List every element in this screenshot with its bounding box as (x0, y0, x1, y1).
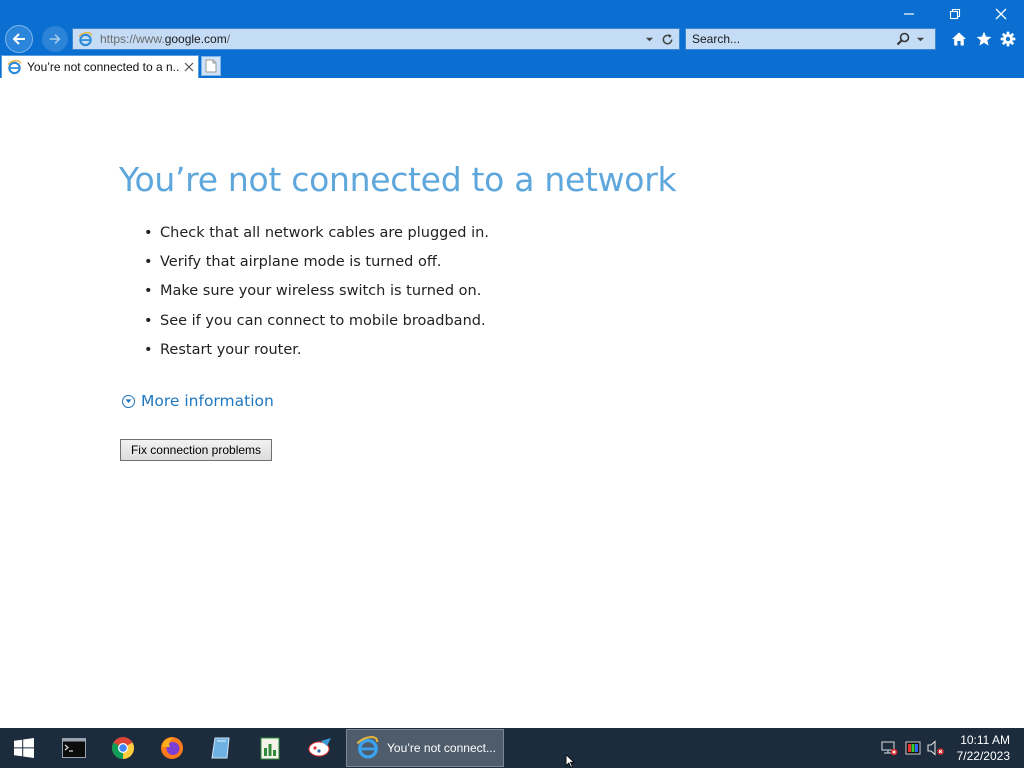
new-tab-icon (205, 59, 217, 73)
close-window-button[interactable] (978, 0, 1024, 28)
taskbar-app-paint[interactable] (296, 728, 344, 768)
address-dropdown-icon[interactable] (640, 29, 658, 49)
close-icon (995, 8, 1007, 20)
ie-page-icon (76, 29, 94, 49)
network-disconnected-icon (881, 741, 898, 756)
firefox-icon (161, 737, 183, 759)
list-item: • Restart your router. (144, 340, 489, 369)
favorites-button[interactable] (974, 29, 994, 49)
page-title: You’re not connected to a network (119, 160, 677, 199)
taskbar-task-label: You’re not connect... (387, 741, 496, 755)
search-icon[interactable] (895, 29, 911, 49)
list-item: • Check that all network cables are plugg… (144, 223, 489, 252)
more-information-label: More information (141, 392, 274, 410)
url-prefix: https://www. (100, 32, 165, 46)
search-dropdown-icon[interactable] (911, 29, 929, 49)
taskbar: You’re not connect... 10:11 AM 7/22/2023 (0, 728, 1024, 768)
page-content: You’re not connected to a network • Check… (0, 78, 1024, 728)
close-tab-icon[interactable] (183, 61, 195, 73)
taskbar-app-blue[interactable] (197, 728, 245, 768)
browser-chrome: https://www.google.com/ Search... You’re… (0, 0, 1024, 78)
system-clock[interactable]: 10:11 AM 7/22/2023 (957, 732, 1010, 764)
taskbar-firefox[interactable] (148, 728, 196, 768)
taskbar-app-sheet[interactable] (246, 728, 294, 768)
restore-icon (949, 8, 961, 20)
gear-icon (1000, 31, 1016, 47)
display-color-icon (905, 741, 921, 755)
list-item: • Make sure your wireless switch is turne… (144, 281, 489, 310)
tools-button[interactable] (998, 29, 1018, 49)
spreadsheet-icon (260, 737, 280, 760)
url-suffix: / (226, 32, 231, 46)
bullet: • (144, 341, 153, 358)
terminal-icon (62, 738, 86, 758)
list-item: • Verify that airplane mode is turned off… (144, 252, 489, 281)
list-item: • See if you can connect to mobile broadb… (144, 311, 489, 340)
tab-active[interactable]: You’re not connected to a n... (1, 55, 199, 78)
url-host: google.com (164, 32, 227, 46)
arrow-right-icon (49, 34, 61, 44)
app-icon (211, 737, 230, 759)
tip-text: See if you can connect to mobile broadba… (160, 312, 486, 329)
bullet: • (144, 312, 153, 329)
address-url[interactable]: https://www.google.com/ (100, 32, 640, 46)
address-bar[interactable]: https://www.google.com/ (72, 28, 680, 50)
tray-volume[interactable] (926, 728, 946, 768)
tab-title: You’re not connected to a n... (27, 60, 179, 74)
mouse-cursor-icon (565, 754, 575, 768)
star-icon (976, 31, 992, 46)
search-input[interactable] (686, 30, 895, 48)
ie-tab-icon (6, 57, 22, 77)
search-box[interactable] (685, 28, 936, 50)
tip-text: Restart your router. (160, 341, 302, 358)
tray-display[interactable] (903, 728, 923, 768)
clock-time: 10:11 AM (960, 733, 1010, 747)
volume-muted-icon (927, 740, 944, 756)
more-information-link[interactable]: More information (122, 392, 274, 410)
tray-network[interactable] (879, 728, 899, 768)
forward-button[interactable] (42, 26, 68, 52)
bullet: • (144, 225, 153, 241)
window-controls (886, 0, 1024, 28)
start-button[interactable] (0, 728, 48, 768)
home-icon (952, 32, 966, 46)
bullet: • (144, 254, 153, 271)
taskbar-ie-window[interactable]: You’re not connect... (346, 729, 504, 767)
windows-logo-icon (14, 738, 34, 758)
tip-text: Verify that airplane mode is turned off. (160, 254, 442, 271)
minimize-button[interactable] (886, 0, 932, 28)
new-tab-button[interactable] (201, 56, 221, 76)
back-button[interactable] (5, 25, 33, 53)
taskbar-chrome[interactable] (99, 728, 147, 768)
taskbar-cmd[interactable] (50, 728, 98, 768)
tip-text: Check that all network cables are plugge… (160, 225, 489, 241)
ie-taskbar-icon (355, 736, 381, 759)
paint-icon (308, 738, 331, 757)
refresh-icon[interactable] (658, 29, 676, 49)
chevron-down-icon (122, 394, 135, 408)
troubleshooting-list: • Check that all network cables are plugg… (144, 223, 489, 369)
fix-connection-button[interactable]: Fix connection problems (120, 439, 272, 461)
chrome-icon (112, 737, 134, 759)
minimize-icon (904, 13, 914, 15)
home-button[interactable] (949, 29, 969, 49)
tip-text: Make sure your wireless switch is turned… (160, 283, 482, 300)
clock-date: 7/22/2023 (956, 749, 1010, 763)
restore-button[interactable] (932, 0, 978, 28)
arrow-left-icon (12, 33, 25, 45)
bullet: • (144, 283, 153, 300)
